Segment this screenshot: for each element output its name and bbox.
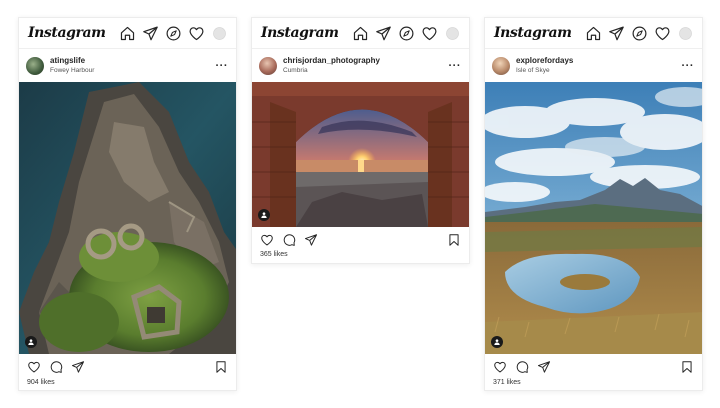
save-bookmark-icon[interactable] bbox=[447, 233, 461, 247]
share-send-icon[interactable] bbox=[537, 360, 551, 374]
more-options-icon[interactable]: ··· bbox=[682, 60, 695, 71]
post-location[interactable]: Isle of Skye bbox=[516, 66, 682, 76]
save-bookmark-icon[interactable] bbox=[680, 360, 694, 374]
avatar[interactable] bbox=[26, 56, 44, 75]
profile-avatar-icon[interactable] bbox=[211, 25, 228, 42]
post-card-2: Instagram chrisjordan_photography Cumbri… bbox=[251, 17, 470, 264]
tagged-people-icon[interactable] bbox=[491, 336, 503, 348]
post-card-3: Instagram explorefordays Isle of Skye ··… bbox=[484, 17, 703, 391]
like-heart-icon[interactable] bbox=[493, 360, 507, 374]
post-actions bbox=[485, 357, 702, 377]
activity-heart-icon[interactable] bbox=[188, 25, 205, 42]
instagram-logo[interactable]: Instagram bbox=[494, 25, 585, 41]
top-nav-bar: Instagram bbox=[19, 18, 236, 48]
activity-heart-icon[interactable] bbox=[654, 25, 671, 42]
direct-send-icon[interactable] bbox=[608, 25, 625, 42]
tagged-people-icon[interactable] bbox=[258, 209, 270, 221]
post-username[interactable]: explorefordays bbox=[516, 56, 682, 66]
explore-compass-icon[interactable] bbox=[398, 25, 415, 42]
instagram-logo[interactable]: Instagram bbox=[28, 25, 119, 41]
home-icon[interactable] bbox=[119, 25, 136, 42]
instagram-logo[interactable]: Instagram bbox=[261, 25, 352, 41]
comment-icon[interactable] bbox=[282, 233, 296, 247]
likes-count[interactable]: 904 likes bbox=[27, 379, 55, 386]
direct-send-icon[interactable] bbox=[375, 25, 392, 42]
post-username[interactable]: chrisjordan_photography bbox=[283, 56, 449, 66]
more-options-icon[interactable]: ··· bbox=[449, 60, 462, 71]
post-photo[interactable] bbox=[485, 82, 702, 354]
post-header: explorefordays Isle of Skye ··· bbox=[485, 48, 702, 82]
home-icon[interactable] bbox=[585, 25, 602, 42]
more-options-icon[interactable]: ··· bbox=[216, 60, 229, 71]
explore-compass-icon[interactable] bbox=[631, 25, 648, 42]
home-icon[interactable] bbox=[352, 25, 369, 42]
post-location[interactable]: Fowey Harbour bbox=[50, 66, 216, 76]
post-username[interactable]: atingslife bbox=[50, 56, 216, 66]
top-nav-bar: Instagram bbox=[252, 18, 469, 48]
activity-heart-icon[interactable] bbox=[421, 25, 438, 42]
post-photo[interactable] bbox=[19, 82, 236, 354]
profile-avatar-icon[interactable] bbox=[677, 25, 694, 42]
post-header: atingslife Fowey Harbour ··· bbox=[19, 48, 236, 82]
share-send-icon[interactable] bbox=[71, 360, 85, 374]
avatar[interactable] bbox=[492, 56, 510, 75]
save-bookmark-icon[interactable] bbox=[214, 360, 228, 374]
like-heart-icon[interactable] bbox=[260, 233, 274, 247]
comment-icon[interactable] bbox=[515, 360, 529, 374]
top-nav-bar: Instagram bbox=[485, 18, 702, 48]
direct-send-icon[interactable] bbox=[142, 25, 159, 42]
post-actions bbox=[252, 230, 469, 250]
like-heart-icon[interactable] bbox=[27, 360, 41, 374]
share-send-icon[interactable] bbox=[304, 233, 318, 247]
post-location[interactable]: Cumbria bbox=[283, 66, 449, 76]
comment-icon[interactable] bbox=[49, 360, 63, 374]
post-header: chrisjordan_photography Cumbria ··· bbox=[252, 48, 469, 82]
likes-count[interactable]: 365 likes bbox=[260, 251, 288, 258]
post-actions bbox=[19, 357, 236, 377]
explore-compass-icon[interactable] bbox=[165, 25, 182, 42]
post-card-1: Instagram atingslife Fowey Harbour ··· 9… bbox=[18, 17, 237, 391]
likes-count[interactable]: 371 likes bbox=[493, 379, 521, 386]
profile-avatar-icon[interactable] bbox=[444, 25, 461, 42]
avatar[interactable] bbox=[259, 56, 277, 75]
tagged-people-icon[interactable] bbox=[25, 336, 37, 348]
post-photo[interactable] bbox=[252, 82, 469, 227]
